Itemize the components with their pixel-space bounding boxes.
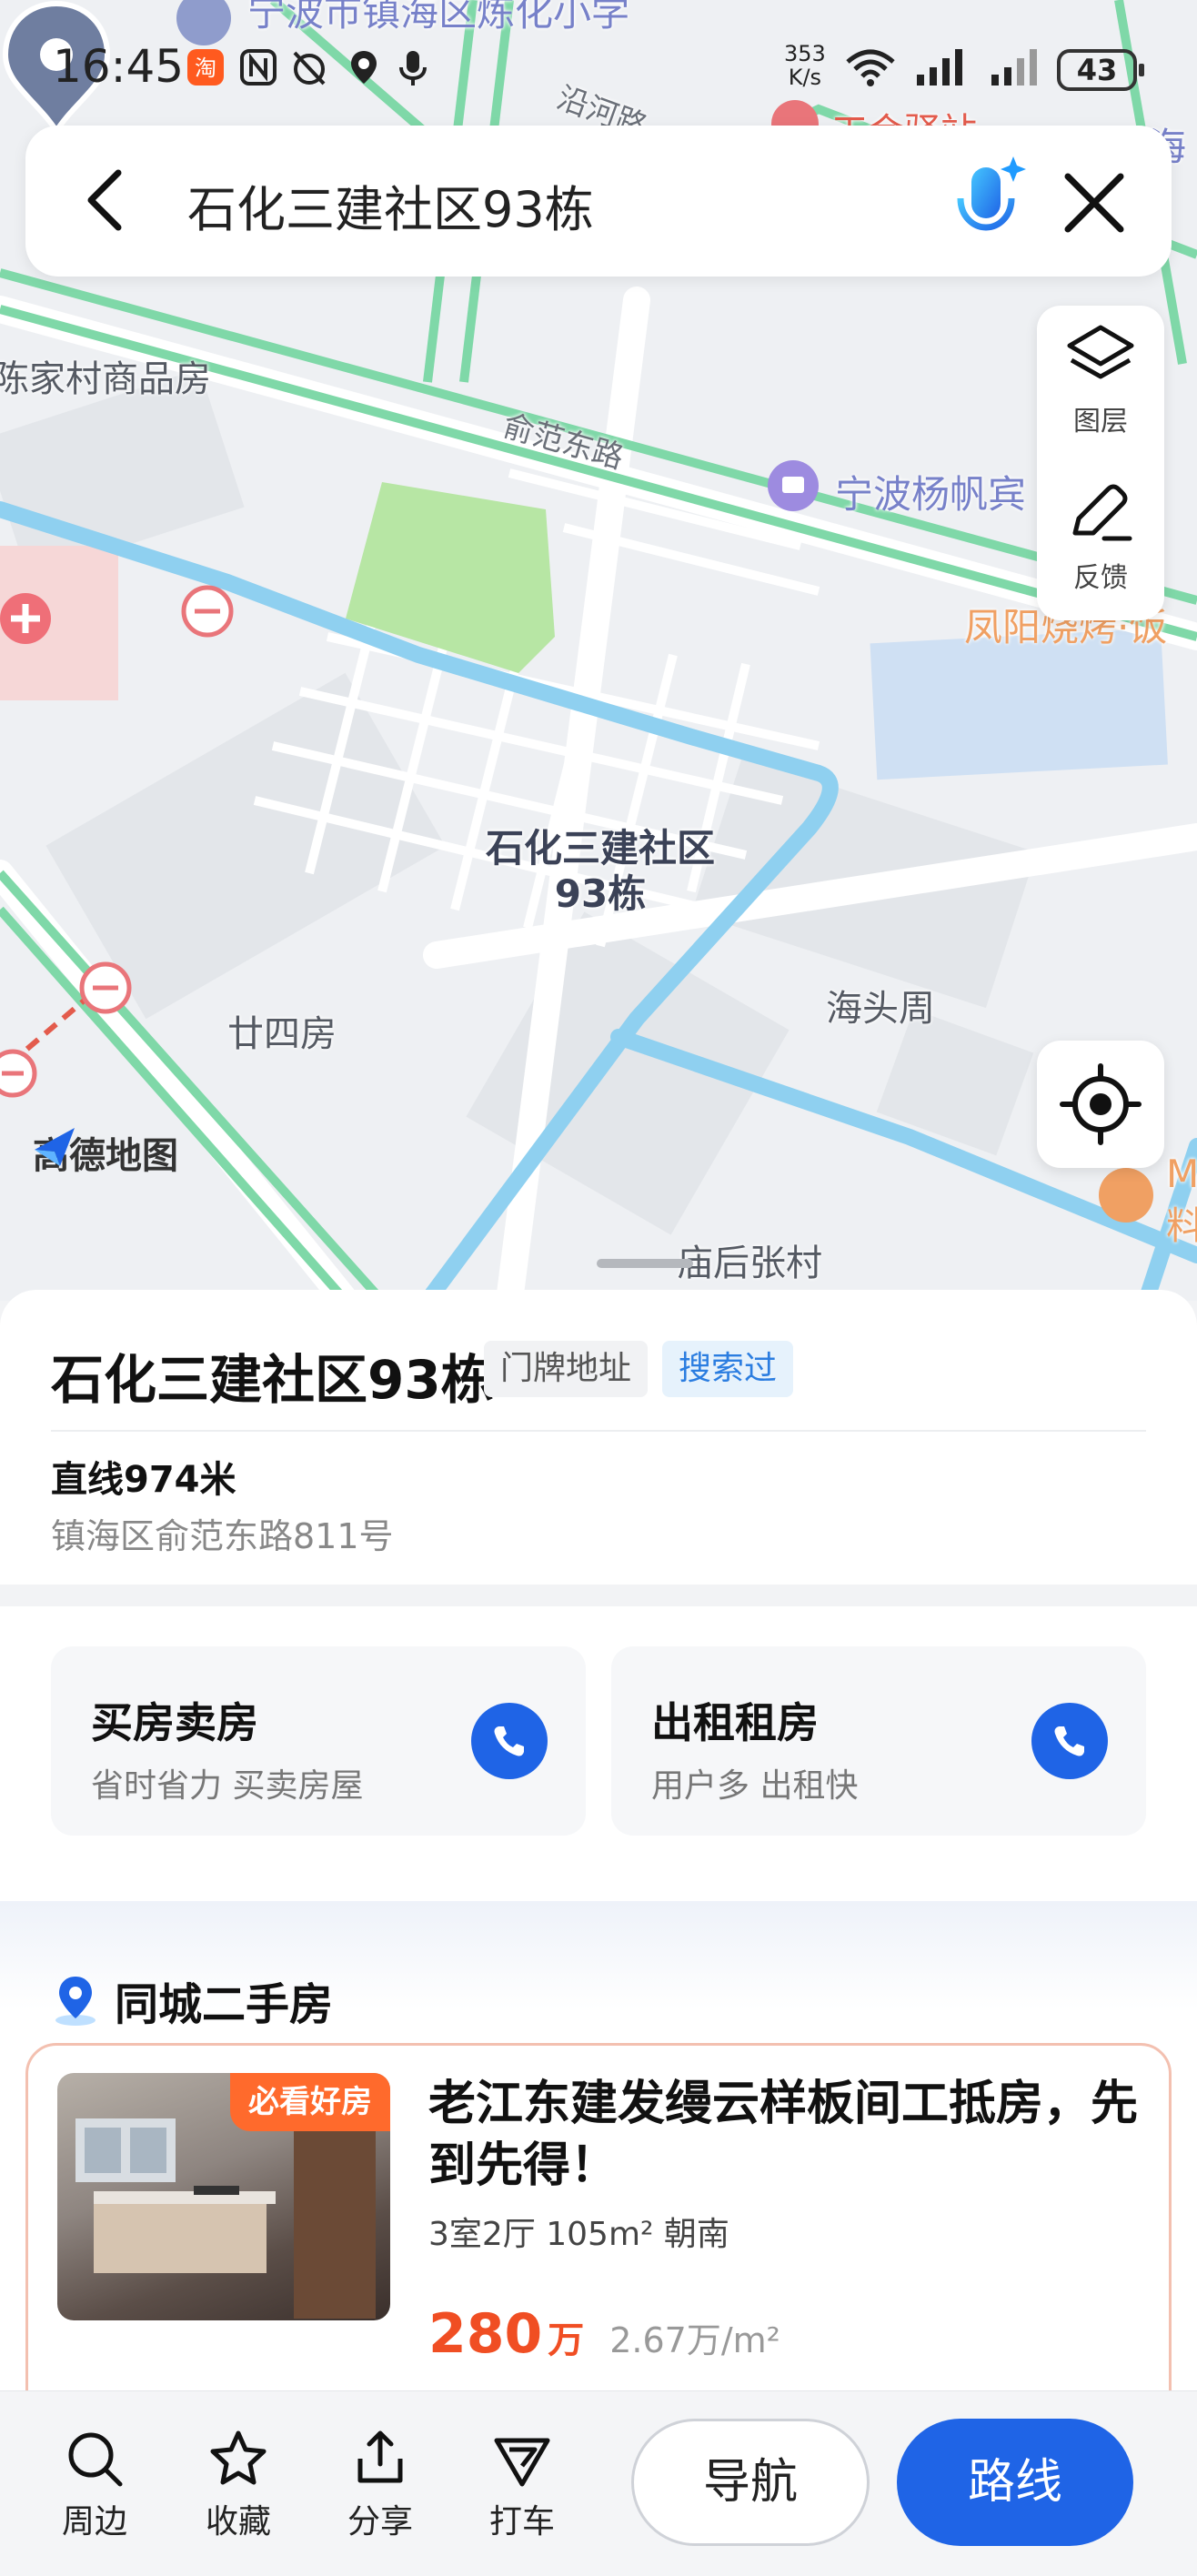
phone-icon: [1054, 1726, 1084, 1756]
search-bar[interactable]: 石化三建社区93栋: [25, 126, 1172, 277]
favorite-button[interactable]: 收藏: [184, 2428, 293, 2542]
edit-pencil-icon: [1072, 484, 1132, 541]
call-button[interactable]: [471, 1703, 548, 1779]
place-info-card: 石化三建社区93栋 门牌地址 搜索过 直线974米 镇海区俞范东路811号: [0, 1290, 1197, 1585]
price-value: 280: [428, 2302, 543, 2366]
svg-text:淘: 淘: [195, 55, 216, 81]
layers-button[interactable]: 图层: [1037, 306, 1164, 451]
share-label: 分享: [347, 2503, 413, 2541]
network-speed-unit: K/s: [788, 65, 822, 90]
taxi-icon: [494, 2438, 550, 2487]
buy-sell-house-card[interactable]: 买房卖房 省时省力 买卖房屋: [51, 1646, 586, 1836]
place-type-tag: 门牌地址: [484, 1341, 649, 1397]
taxi-label: 打车: [488, 2503, 555, 2541]
amap-logo-icon: [35, 1128, 75, 1166]
layers-label: 图层: [1073, 406, 1128, 438]
pin-label[interactable]: 石化三建社区93栋: [473, 826, 728, 917]
status-bar: 16:45 淘 353 K/s 43: [0, 0, 1197, 136]
close-icon[interactable]: [1053, 162, 1135, 244]
search-query[interactable]: 石化三建社区93栋: [187, 169, 594, 241]
listing-title[interactable]: 老江东建发缦云样板间工抵房，先到先得！: [428, 2073, 1147, 2197]
map-label-niansifang[interactable]: 廿四房: [227, 1004, 337, 1057]
favorite-label: 收藏: [205, 2503, 271, 2541]
rent-house-card[interactable]: 出租租房 用户多 出租快: [611, 1646, 1146, 1836]
listing-photo[interactable]: 必看好房: [57, 2073, 390, 2320]
taxi-button[interactable]: 打车: [468, 2428, 577, 2542]
price-per-sqm: 2.67万/m²: [609, 2320, 780, 2360]
layers-icon: [1067, 325, 1134, 379]
location-marker-icon: [55, 1977, 96, 2026]
nfc-icon: [240, 49, 277, 86]
nearby-label: 周边: [61, 2503, 127, 2541]
service-title: 买房卖房: [91, 1698, 258, 1747]
battery-indicator: 43: [1057, 49, 1144, 91]
share-icon: [357, 2430, 403, 2483]
divider: [51, 1430, 1146, 1432]
bottom-action-bar: 周边 收藏 分享 打车 导航 路线: [0, 2390, 1197, 2576]
map-tools-panel: 图层 反馈: [1037, 306, 1164, 620]
place-title: 石化三建社区93栋: [51, 1349, 494, 1411]
searched-tag: 搜索过: [662, 1341, 794, 1397]
microphone-status-icon: [399, 51, 427, 86]
navigate-button[interactable]: 导航: [631, 2419, 870, 2546]
service-title: 出租租房: [651, 1698, 819, 1747]
map-label-miaohouzhangcun[interactable]: 庙后张村: [677, 1233, 822, 1286]
listing-price: 280 万 2.67万/m²: [428, 2302, 780, 2366]
feedback-label: 反馈: [1073, 562, 1128, 594]
price-unit: 万: [548, 2319, 585, 2361]
locate-target-icon: [1060, 1063, 1142, 1145]
location-status-icon: [351, 51, 377, 84]
status-time: 16:45: [53, 40, 185, 93]
drag-handle[interactable]: [597, 1259, 693, 1268]
signal-strength-2-icon: [991, 49, 1037, 86]
map-label-haitouzhou[interactable]: 海头周: [826, 979, 935, 1031]
network-speed: 353 K/s: [784, 42, 826, 89]
map-label-chenjiacun[interactable]: 陈家村商品房: [0, 349, 211, 402]
map-label-m: M: [1166, 1152, 1197, 1196]
alarm-off-icon: [293, 51, 326, 86]
signal-strength-icon: [917, 49, 962, 86]
feedback-button[interactable]: 反馈: [1037, 462, 1164, 608]
back-arrow-icon[interactable]: [71, 164, 144, 236]
listings-header: 同城二手房: [51, 1968, 333, 2032]
must-see-badge: 必看好房: [230, 2073, 390, 2131]
taobao-notification-icon: 淘: [187, 49, 224, 86]
real-estate-services: 买房卖房 省时省力 买卖房屋 出租租房 用户多 出租快: [0, 1606, 1197, 1901]
voice-search-icon[interactable]: [940, 151, 1031, 251]
service-subtitle: 省时省力 买卖房屋: [91, 1767, 364, 1805]
map-label-liao: 料: [1166, 1203, 1197, 1248]
wifi-icon: [846, 49, 895, 86]
locate-me-button[interactable]: [1037, 1041, 1164, 1168]
call-button[interactable]: [1031, 1703, 1108, 1779]
phone-icon: [494, 1726, 524, 1756]
map-label-hotel[interactable]: 宁波杨帆宾: [835, 464, 1026, 519]
nearby-button[interactable]: 周边: [40, 2428, 149, 2542]
amap-logo: 高德地图: [33, 1126, 178, 1179]
network-speed-value: 353: [784, 41, 826, 66]
place-distance: 直线974米: [51, 1459, 236, 1501]
listings-title: 同城二手房: [115, 1979, 334, 2030]
route-button[interactable]: 路线: [897, 2419, 1133, 2546]
share-button[interactable]: 分享: [326, 2428, 435, 2542]
search-icon: [68, 2432, 123, 2487]
place-address: 镇海区俞范东路811号: [51, 1516, 394, 1556]
listing-spec: 3室2厅 105m² 朝南: [428, 2216, 729, 2253]
service-subtitle: 用户多 出租快: [651, 1767, 859, 1805]
star-icon: [210, 2430, 267, 2485]
